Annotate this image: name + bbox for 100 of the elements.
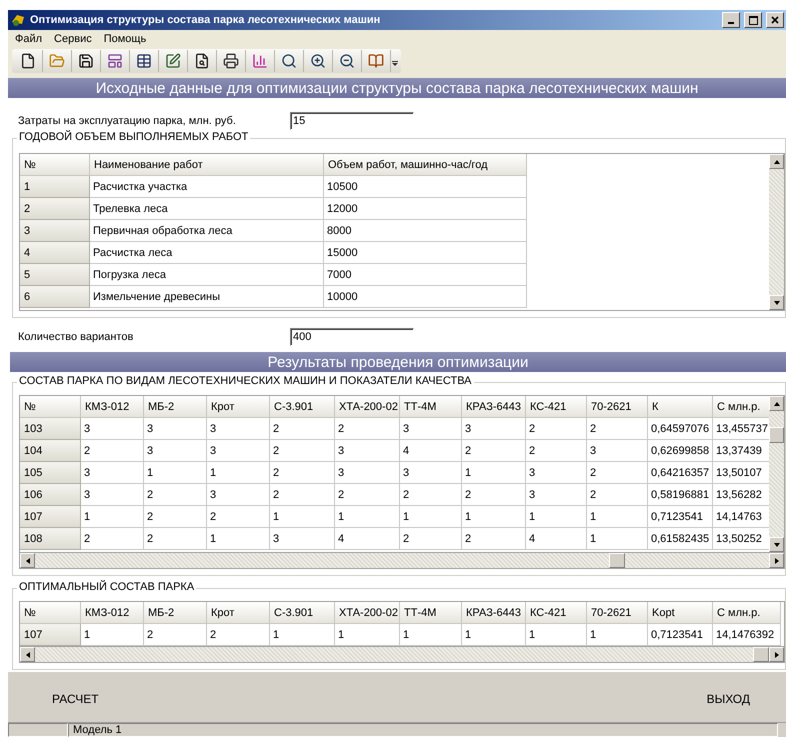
row-header[interactable]: 103 <box>20 418 81 440</box>
table-cell: 2 <box>270 418 335 440</box>
scroll-down-button[interactable] <box>769 295 784 310</box>
table-cell: 3 <box>270 528 335 550</box>
horizontal-scrollbar[interactable] <box>19 553 785 569</box>
table-cell: 3 <box>81 462 144 484</box>
row-header[interactable]: 107 <box>20 624 81 646</box>
table-cell: Расчистка участка <box>90 176 324 198</box>
group-title: СОСТАВ ПАРКА ПО ВИДАМ ЛЕСОТЕХНИЧЕСКИХ МАШИН И ПОКАЗАТЕЛИ КАЧЕСТВА <box>17 375 474 387</box>
scroll-down-button[interactable] <box>769 537 784 552</box>
table-cell: 14,1476392 <box>713 624 781 646</box>
column-header[interactable]: МБ-2 <box>144 602 207 624</box>
layout-icon <box>107 53 123 69</box>
scroll-thumb[interactable] <box>609 553 626 568</box>
window-title: Оптимизация структуры состава парка лесотехнических машин <box>30 14 382 26</box>
column-header[interactable]: Kopt <box>648 602 713 624</box>
table-cell: 2 <box>462 528 526 550</box>
row-header[interactable]: 106 <box>20 484 81 506</box>
table-cell: 2 <box>587 462 648 484</box>
column-header[interactable]: К <box>648 396 713 418</box>
column-header[interactable]: Крот <box>207 396 270 418</box>
minimize-button[interactable] <box>722 12 740 28</box>
column-header[interactable]: КМЗ-012 <box>81 396 144 418</box>
table-cell: 2 <box>400 484 462 506</box>
column-header[interactable]: КРАЗ-6443 <box>462 396 526 418</box>
column-header[interactable]: ХТА-200-02 <box>335 396 400 418</box>
table-cell: 2 <box>144 484 207 506</box>
table-cell: 3 <box>462 418 526 440</box>
column-header[interactable]: Объем работ, машинно-час/год <box>324 154 527 176</box>
scroll-left-button[interactable] <box>20 647 35 662</box>
table-cell: 2 <box>462 484 526 506</box>
column-header[interactable]: КС-421 <box>526 602 587 624</box>
column-header[interactable]: КМЗ-012 <box>81 602 144 624</box>
table-cell: 12000 <box>324 198 527 220</box>
table-cell: 7000 <box>324 264 527 286</box>
table-cell: 0,7123541 <box>648 624 713 646</box>
column-header[interactable]: С-3.901 <box>270 602 335 624</box>
row-header[interactable]: 108 <box>20 528 81 550</box>
row-header[interactable]: 2 <box>20 198 90 220</box>
scroll-up-button[interactable] <box>769 154 784 169</box>
table-cell: 2 <box>81 440 144 462</box>
table-cell: 1 <box>207 462 270 484</box>
column-header[interactable]: КРАЗ-6443 <box>462 602 526 624</box>
maximize-button[interactable] <box>744 12 762 28</box>
column-header[interactable]: ТТ-4М <box>400 602 462 624</box>
cost-input[interactable]: 15 <box>290 112 414 130</box>
row-header[interactable]: 4 <box>20 242 90 264</box>
up-arrow-icon <box>772 158 780 166</box>
horizontal-scrollbar[interactable] <box>19 647 785 663</box>
table-cell: 0,62699858 <box>648 440 713 462</box>
menu-item[interactable]: Файл <box>10 32 48 46</box>
scroll-right-button[interactable] <box>769 647 784 662</box>
scroll-up-button[interactable] <box>769 396 784 411</box>
menu-item[interactable]: Помощь <box>98 32 152 46</box>
row-header[interactable]: 5 <box>20 264 90 286</box>
scroll-left-button[interactable] <box>20 553 35 568</box>
column-header[interactable]: № <box>20 602 81 624</box>
row-header[interactable]: 1 <box>20 176 90 198</box>
table-cell: 3 <box>207 440 270 462</box>
close-button[interactable] <box>766 12 784 28</box>
scroll-thumb[interactable] <box>769 427 784 443</box>
table-cell: 1 <box>587 506 648 528</box>
table-cell: 3 <box>207 484 270 506</box>
table-cell: Измельчение древесины <box>90 286 324 308</box>
row-header[interactable]: 3 <box>20 220 90 242</box>
column-header[interactable]: ТТ-4М <box>400 396 462 418</box>
column-header[interactable]: № <box>20 154 90 176</box>
field-label: Затраты на эксплуатацию парка, млн. руб. <box>18 115 237 127</box>
table-cell: 1 <box>144 462 207 484</box>
vertical-scrollbar[interactable] <box>769 396 784 552</box>
table-cell: 1 <box>462 462 526 484</box>
table-cell: 3 <box>526 462 587 484</box>
edit-icon <box>165 53 181 69</box>
row-header[interactable]: 6 <box>20 286 90 308</box>
table-cell: 4 <box>526 528 587 550</box>
maximize-icon <box>748 16 758 24</box>
column-header[interactable]: Крот <box>207 602 270 624</box>
column-header[interactable]: МБ-2 <box>144 396 207 418</box>
column-header[interactable]: С млн.р. <box>713 602 781 624</box>
column-header[interactable]: ХТА-200-02 <box>335 602 400 624</box>
column-header[interactable]: С млн.р. <box>713 396 769 418</box>
vertical-scrollbar[interactable] <box>769 154 784 310</box>
menu-item[interactable]: Сервис <box>49 32 97 46</box>
column-header[interactable]: № <box>20 396 81 418</box>
column-header[interactable]: Наименование работ <box>90 154 324 176</box>
column-header[interactable]: 70-2621 <box>587 396 648 418</box>
variants-input[interactable]: 400 <box>290 328 414 346</box>
column-header[interactable]: С-3.901 <box>270 396 335 418</box>
row-header[interactable]: 107 <box>20 506 81 528</box>
row-header[interactable]: 105 <box>20 462 81 484</box>
column-header[interactable]: 70-2621 <box>587 602 648 624</box>
scroll-thumb[interactable] <box>753 647 769 662</box>
table-cell: 2 <box>81 528 144 550</box>
status-text: Модель 1 <box>68 723 778 737</box>
zoom-in-icon <box>310 53 326 69</box>
table-icon <box>136 53 152 69</box>
row-header[interactable]: 104 <box>20 440 81 462</box>
scroll-right-button[interactable] <box>769 553 784 568</box>
column-header[interactable]: КС-421 <box>526 396 587 418</box>
table-cell: 8000 <box>324 220 527 242</box>
